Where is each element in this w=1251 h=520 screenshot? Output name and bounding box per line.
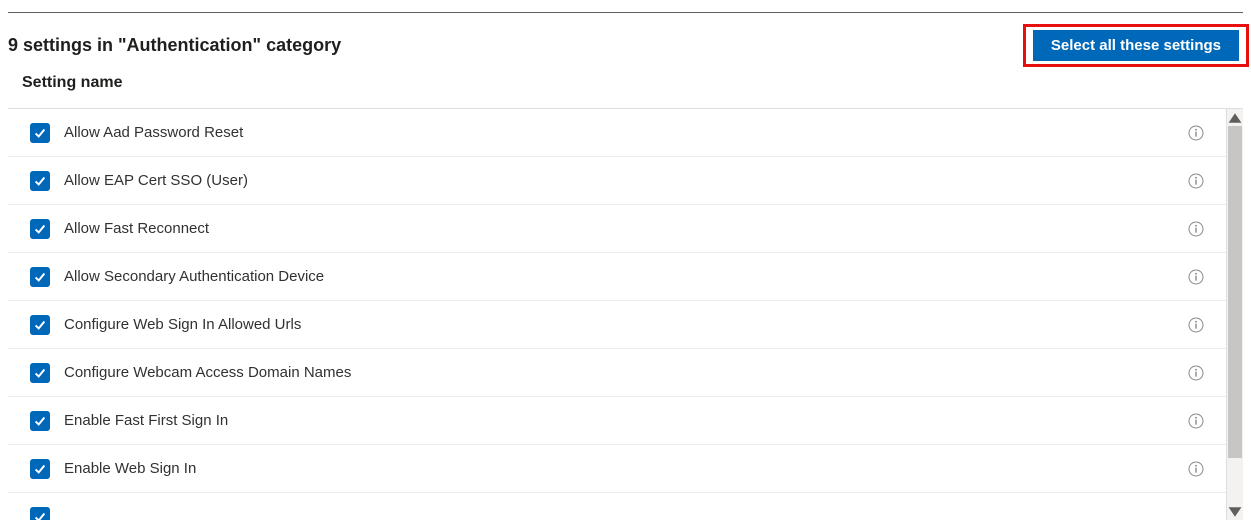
setting-label: Enable Fast First Sign In: [64, 412, 228, 429]
checkmark-icon: [33, 222, 47, 236]
info-icon[interactable]: [1188, 365, 1204, 381]
checkbox[interactable]: [30, 315, 50, 335]
checkmark-icon: [33, 318, 47, 332]
scrollbar[interactable]: [1226, 109, 1243, 520]
info-icon[interactable]: [1188, 413, 1204, 429]
setting-label: Enable Web Sign In: [64, 460, 196, 477]
checkmark-icon: [33, 270, 47, 284]
setting-row-left: Allow Secondary Authentication Device: [30, 267, 324, 287]
info-icon[interactable]: [1188, 173, 1204, 189]
setting-row[interactable]: Allow EAP Cert SSO (User): [8, 157, 1226, 205]
checkbox[interactable]: [30, 219, 50, 239]
setting-row[interactable]: Configure Webcam Access Domain Names: [8, 349, 1226, 397]
setting-label: Allow EAP Cert SSO (User): [64, 172, 248, 189]
category-title: 9 settings in "Authentication" category: [8, 35, 341, 56]
checkbox[interactable]: [30, 171, 50, 191]
header-row: 9 settings in "Authentication" category …: [8, 24, 1243, 66]
setting-row-left: [30, 507, 50, 520]
checkbox[interactable]: [30, 411, 50, 431]
info-icon[interactable]: [1188, 269, 1204, 285]
checkbox[interactable]: [30, 507, 50, 520]
scrollbar-thumb[interactable]: [1228, 126, 1242, 458]
setting-label: Configure Web Sign In Allowed Urls: [64, 316, 301, 333]
checkbox[interactable]: [30, 459, 50, 479]
checkmark-icon: [33, 462, 47, 476]
select-all-wrapper: Select all these settings: [1029, 26, 1243, 65]
settings-list: Allow Aad Password Reset Allow EAP Cert S…: [8, 109, 1226, 520]
checkbox[interactable]: [30, 123, 50, 143]
setting-row[interactable]: Allow Aad Password Reset: [8, 109, 1226, 157]
top-divider: [8, 12, 1243, 13]
setting-row[interactable]: [8, 493, 1226, 520]
info-icon[interactable]: [1188, 221, 1204, 237]
scrollbar-down-arrow-icon[interactable]: [1227, 503, 1243, 520]
checkmark-icon: [33, 366, 47, 380]
setting-label: Configure Webcam Access Domain Names: [64, 364, 351, 381]
setting-row-left: Allow EAP Cert SSO (User): [30, 171, 248, 191]
setting-label: Allow Secondary Authentication Device: [64, 268, 324, 285]
checkmark-icon: [33, 126, 47, 140]
setting-row[interactable]: Enable Web Sign In: [8, 445, 1226, 493]
checkbox[interactable]: [30, 267, 50, 287]
column-header-setting-name[interactable]: Setting name: [22, 74, 122, 92]
setting-row-left: Configure Web Sign In Allowed Urls: [30, 315, 301, 335]
setting-label: Allow Fast Reconnect: [64, 220, 209, 237]
setting-row-left: Enable Fast First Sign In: [30, 411, 228, 431]
setting-label: Allow Aad Password Reset: [64, 124, 243, 141]
setting-row-left: Enable Web Sign In: [30, 459, 196, 479]
setting-row[interactable]: Allow Secondary Authentication Device: [8, 253, 1226, 301]
info-icon[interactable]: [1188, 125, 1204, 141]
setting-row-left: Configure Webcam Access Domain Names: [30, 363, 351, 383]
setting-row-left: Allow Fast Reconnect: [30, 219, 209, 239]
info-icon[interactable]: [1188, 317, 1204, 333]
setting-row[interactable]: Allow Fast Reconnect: [8, 205, 1226, 253]
settings-list-scroll-area: Allow Aad Password Reset Allow EAP Cert S…: [8, 109, 1226, 520]
setting-row[interactable]: Enable Fast First Sign In: [8, 397, 1226, 445]
select-all-button[interactable]: Select all these settings: [1033, 30, 1239, 61]
setting-row[interactable]: Configure Web Sign In Allowed Urls: [8, 301, 1226, 349]
setting-row-left: Allow Aad Password Reset: [30, 123, 243, 143]
info-icon[interactable]: [1188, 461, 1204, 477]
settings-list-container: Allow Aad Password Reset Allow EAP Cert S…: [8, 109, 1243, 520]
scrollbar-track-area[interactable]: [1227, 126, 1243, 503]
checkmark-icon: [33, 174, 47, 188]
checkmark-icon: [33, 414, 47, 428]
scrollbar-up-arrow-icon[interactable]: [1227, 109, 1243, 126]
checkbox[interactable]: [30, 363, 50, 383]
